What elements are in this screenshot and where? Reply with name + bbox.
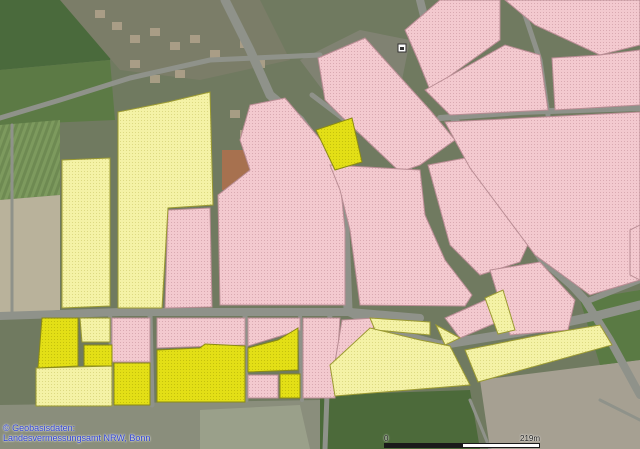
residential-zone[interactable] (247, 374, 279, 399)
residential-zone[interactable] (156, 317, 246, 349)
planned-zone-strong[interactable] (83, 344, 113, 367)
map-canvas[interactable] (0, 0, 640, 449)
planned-zone-strong[interactable] (279, 373, 301, 399)
residential-zone[interactable] (551, 49, 640, 111)
scale-bar: 0 219m (384, 434, 541, 448)
poi-marker-icon[interactable] (397, 43, 407, 53)
planned-zone-strong[interactable] (37, 317, 79, 369)
scale-label-min: 0 (384, 434, 389, 443)
map-view[interactable]: © Geobasisdaten: Landesvermessungsamt NR… (0, 0, 640, 449)
planned-zone-strong[interactable] (113, 362, 151, 406)
planned-zone-light[interactable] (61, 157, 111, 309)
attribution-line-2: Landesvermessungsamt NRW, Bonn (3, 433, 151, 443)
residential-zone[interactable] (111, 317, 151, 363)
map-attribution: © Geobasisdaten: Landesvermessungsamt NR… (3, 423, 150, 443)
residential-zone[interactable] (164, 207, 213, 309)
planned-zone-light[interactable] (79, 317, 111, 343)
scale-bar-segment (384, 443, 463, 448)
scale-label-max: 219m (520, 434, 541, 443)
planned-zone-light[interactable] (35, 365, 113, 407)
planned-zone-strong[interactable] (156, 343, 246, 403)
attribution-line-1: © Geobasisdaten: (3, 423, 76, 433)
residential-zone[interactable] (629, 224, 640, 281)
